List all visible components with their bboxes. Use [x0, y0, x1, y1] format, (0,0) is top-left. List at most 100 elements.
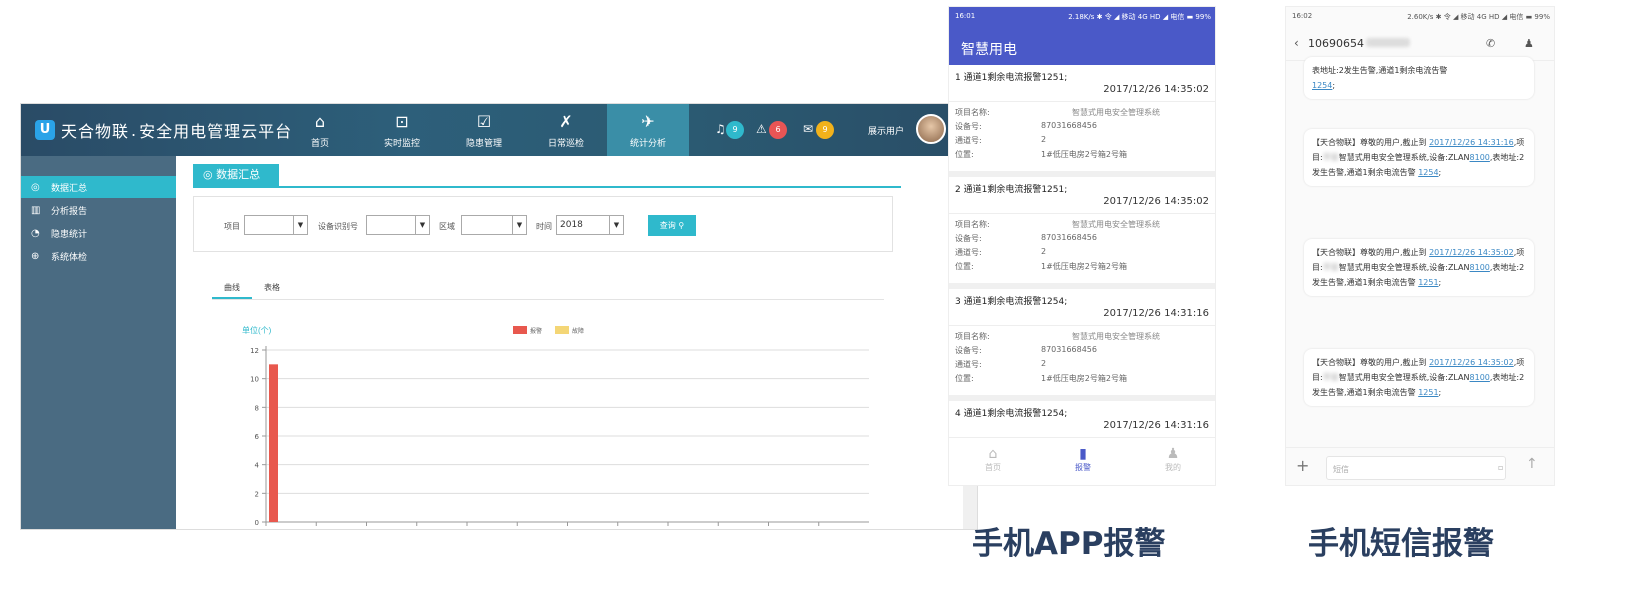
query-label: 查询 — [659, 221, 676, 230]
channel-value: 2 — [1041, 359, 1047, 368]
location-value: 1#低压电房2号箱2号箱 — [1041, 262, 1127, 271]
nav-home[interactable]: ⌂ 首页 — [279, 104, 361, 156]
alarm-item[interactable]: 3 通道1剩余电流报警1254; 2017/12/26 14:31:16 项目名… — [949, 289, 1215, 401]
msg-link[interactable]: 1251 — [1418, 388, 1438, 397]
alarm-time: 2017/12/26 14:35:02 — [1103, 196, 1209, 207]
msg-date-link[interactable]: 2017/12/26 14:35:02 — [1429, 248, 1514, 257]
channel-key: 通道号: — [955, 248, 982, 257]
nav-hazard-label: 隐患管理 — [465, 139, 502, 149]
msg-text: 表地址:2发生告警,通道1剩余电流告警 — [1312, 66, 1448, 75]
status-time: 16:01 — [955, 12, 976, 20]
msg-date-link[interactable]: 2017/12/26 14:31:16 — [1429, 138, 1514, 147]
sms-input[interactable]: 短信 — [1326, 456, 1506, 480]
sender-number: 10690654 — [1308, 37, 1410, 50]
msg-date-link[interactable]: 2017/12/26 14:35:02 — [1429, 358, 1514, 367]
device-value: 87031668456 — [1041, 345, 1097, 354]
contact-icon[interactable]: ♟ — [1524, 37, 1534, 50]
section-title: 数据汇总 — [216, 168, 261, 181]
alarm-item[interactable]: 1 通道1剩余电流报警1251; 2017/12/26 14:35:02 项目名… — [949, 65, 1215, 177]
alarm-icon[interactable]: ⚠ — [756, 122, 767, 136]
msg-text: 【天合物联】尊敬的用户,截止到 — [1312, 138, 1427, 147]
time-select[interactable]: 2018 ▼ — [556, 215, 624, 235]
sim-icon[interactable]: ▫ — [1498, 463, 1503, 472]
mail-icon[interactable]: ✉ — [803, 122, 813, 136]
back-icon[interactable]: ‹ — [1294, 36, 1299, 50]
phone-app-screen: 16:01 2.18K/s ✱ 令 ◢ 移动 4G HD ◢ 电信 ▬ 99% 智… — [948, 6, 1216, 486]
msg-link[interactable]: 1254 — [1312, 81, 1332, 90]
plus-icon[interactable]: + — [1296, 456, 1309, 475]
device-value: 87031668456 — [1041, 233, 1097, 242]
alarm-title: 2 通道1剩余电流报警1251; — [955, 185, 1068, 195]
logo[interactable]: U 天合物联 . 安全用电管理云平台 — [35, 118, 292, 142]
section-tab[interactable]: ◎ 数据汇总 — [193, 164, 279, 186]
nav-monitor[interactable]: ⊡ 实时监控 — [361, 104, 443, 156]
sidebar-item-hazard-stats[interactable]: ◔ 隐患统计 — [21, 222, 176, 244]
send-icon[interactable]: ↑ — [1526, 456, 1538, 472]
msg-text: ; — [1332, 81, 1336, 90]
location-key: 位置: — [955, 262, 974, 271]
bell-icon[interactable]: ♫ — [715, 122, 726, 136]
status-indicators: 2.60K/s ✱ 令 ◢ 移动 4G HD ◢ 电信 ▬ 99% — [1407, 13, 1550, 21]
msg-link[interactable]: 1251 — [1418, 278, 1438, 287]
location-value: 1#低压电房2号箱2号箱 — [1041, 150, 1127, 159]
region-select[interactable]: ▼ — [461, 215, 527, 235]
project-key: 项目名称: — [955, 108, 990, 117]
legend-label: 报警 — [530, 327, 542, 335]
status-indicators: 2.18K/s ✱ 令 ◢ 移动 4G HD ◢ 电信 ▬ 99% — [1068, 13, 1211, 21]
channel-key: 通道号: — [955, 360, 982, 369]
project-value: 智慧式用电安全管理系统 — [1072, 332, 1160, 341]
plus-circle-icon: ⊕ — [31, 250, 40, 262]
msg-device-link[interactable]: 8100 — [1470, 263, 1490, 272]
alarm-book-icon: ▮ — [1079, 446, 1087, 462]
avatar[interactable] — [916, 114, 946, 144]
blurred-text: 平安 — [1322, 263, 1339, 272]
nav-inspection-label: 日常巡检 — [547, 139, 584, 149]
monitor-icon: ⊡ — [395, 112, 409, 131]
channel-value: 2 — [1041, 247, 1047, 256]
alarm-title: 1 通道1剩余电流报警1251; — [955, 73, 1068, 83]
y-tick-label: 10 — [250, 376, 259, 384]
channel-key: 通道号: — [955, 136, 982, 145]
app-title-bar: 智慧用电 — [949, 27, 1215, 65]
alarm-item[interactable]: 4 通道1剩余电流报警1254; 2017/12/26 14:31:16 — [949, 401, 1215, 441]
tab-curve[interactable]: 曲线 — [224, 282, 240, 293]
device-key: 设备号: — [955, 346, 982, 355]
msg-text: 【天合物联】尊敬的用户,截止到 — [1312, 358, 1427, 367]
time-value: 2018 — [560, 220, 583, 230]
chevron-down-icon: ▼ — [512, 216, 526, 234]
project-select[interactable]: ▼ — [244, 215, 308, 235]
y-tick-label: 4 — [255, 462, 260, 470]
sidebar-item-system-check[interactable]: ⊕ 系统体检 — [21, 245, 176, 267]
sidebar-item-summary[interactable]: ◎ 数据汇总 — [21, 176, 176, 198]
y-tick-label: 0 — [255, 519, 259, 527]
x-axis-ticks: 01月02月03月04月05月06月07月08月09月10月11月12月 — [265, 522, 820, 526]
msg-device-link[interactable]: 8100 — [1470, 373, 1490, 382]
msg-device-link[interactable]: 8100 — [1470, 153, 1490, 162]
bar — [269, 364, 278, 522]
project-label: 项目 — [224, 222, 240, 231]
msg-link[interactable]: 1254 — [1418, 168, 1438, 177]
device-select[interactable]: ▼ — [366, 215, 430, 235]
legend-label: 故障 — [572, 327, 584, 335]
user-name[interactable]: 展示用户 — [868, 124, 904, 137]
nav-analysis[interactable]: ✈ 统计分析 — [607, 104, 689, 156]
msg-text: 智慧式用电安全管理系统,设备:ZLAN — [1338, 373, 1470, 382]
phone-icon[interactable]: ✆ — [1486, 37, 1495, 50]
sidebar-item-report[interactable]: ▥ 分析报告 — [21, 199, 176, 221]
bottom-nav-home[interactable]: ⌂ 首页 — [963, 446, 1023, 473]
msg-text: 智慧式用电安全管理系统,设备:ZLAN — [1338, 153, 1470, 162]
target-icon: ◎ — [31, 181, 40, 193]
sidebar-item-label: 隐患统计 — [51, 229, 88, 240]
chevron-down-icon: ▼ — [609, 216, 623, 234]
sidebar-item-label: 系统体检 — [51, 252, 88, 263]
main-content: ◎ 数据汇总 项目 ▼ 设备识别号 ▼ 区域 ▼ 时间 2018 ▼ 查询 ⚲ 曲… — [176, 156, 963, 529]
alarm-item[interactable]: 2 通道1剩余电流报警1251; 2017/12/26 14:35:02 项目名… — [949, 177, 1215, 289]
sidebar-item-label: 数据汇总 — [51, 183, 88, 194]
chart-unit-label: 单位(个) — [242, 326, 272, 335]
tab-table[interactable]: 表格 — [264, 282, 280, 293]
nav-hazard[interactable]: ☑ 隐患管理 — [443, 104, 525, 156]
bottom-nav-alarm[interactable]: ▮ 报警 — [1053, 446, 1113, 473]
bottom-nav-me[interactable]: ♟ 我的 — [1143, 446, 1203, 473]
query-button[interactable]: 查询 ⚲ — [648, 215, 696, 236]
nav-inspection[interactable]: ✗ 日常巡检 — [525, 104, 607, 156]
